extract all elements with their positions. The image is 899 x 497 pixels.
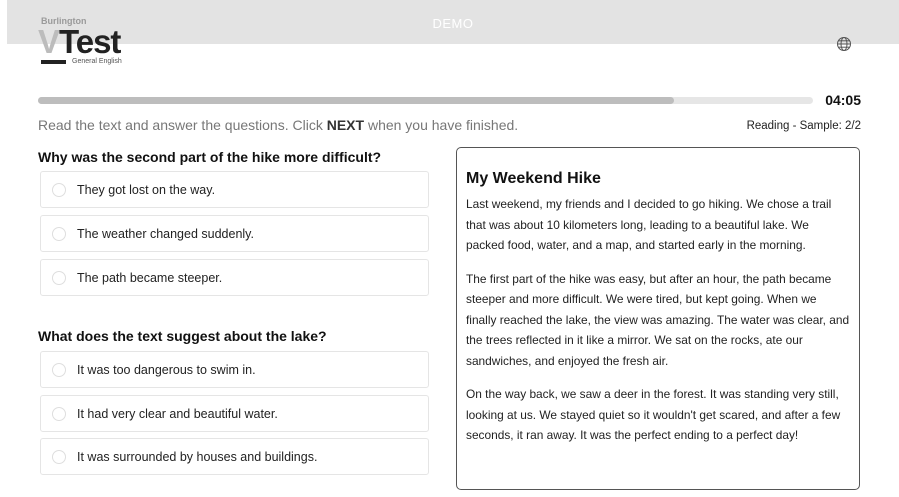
option-label: It had very clear and beautiful water. (77, 406, 278, 421)
progress-fill (38, 97, 674, 104)
radio-button[interactable] (52, 449, 66, 464)
instructions-next-emphasis: NEXT (326, 117, 365, 133)
answer-option[interactable]: It was surrounded by houses and building… (40, 438, 429, 475)
progress-bar (38, 97, 813, 104)
vtest-logo: Burlington VTest General English (38, 14, 168, 72)
passage-paragraph: On the way back, we saw a deer in the fo… (466, 387, 841, 442)
answer-option[interactable]: They got lost on the way. (40, 171, 429, 208)
option-label: The path became steeper. (77, 270, 223, 285)
radio-button[interactable] (52, 226, 66, 241)
instructions-text: Read the text and answer the questions. … (38, 117, 327, 133)
instructions: Read the text and answer the questions. … (38, 117, 518, 133)
option-label: It was too dangerous to swim in. (77, 362, 256, 377)
passage-paragraph: Last weekend, my friends and I decided t… (466, 197, 832, 252)
question-1: Why was the second part of the hike more… (38, 149, 382, 165)
radio-button[interactable] (52, 182, 66, 197)
question-2: What does the text suggest about the lak… (38, 328, 327, 344)
answer-option[interactable]: It had very clear and beautiful water. (40, 395, 429, 432)
globe-icon[interactable] (836, 36, 852, 52)
passage-title: My Weekend Hike (466, 170, 601, 187)
instructions-text-end: when you have finished. (364, 117, 519, 133)
timer: 04:05 (825, 92, 861, 108)
option-label: They got lost on the way. (77, 182, 216, 197)
option-label: It was surrounded by houses and building… (77, 449, 318, 464)
answer-option[interactable]: The path became steeper. (40, 259, 429, 296)
radio-button[interactable] (52, 406, 66, 421)
logo-subtitle: General English (72, 58, 122, 65)
logo-v: V (38, 23, 60, 60)
logo-bar (41, 60, 66, 64)
option-label: The weather changed suddenly. (77, 226, 254, 241)
answer-option[interactable]: It was too dangerous to swim in. (40, 351, 429, 388)
logo-brand-main: VTest (38, 23, 121, 60)
passage-paragraph: The first part of the hike was easy, but… (466, 271, 850, 368)
logo-test: Test (59, 23, 121, 60)
answer-option[interactable]: The weather changed suddenly. (40, 215, 429, 252)
reading-passage: My Weekend Hike Last weekend, my friends… (456, 147, 860, 490)
radio-button[interactable] (52, 270, 66, 285)
radio-button[interactable] (52, 362, 66, 377)
section-label: Reading - Sample: 2/2 (746, 120, 861, 132)
